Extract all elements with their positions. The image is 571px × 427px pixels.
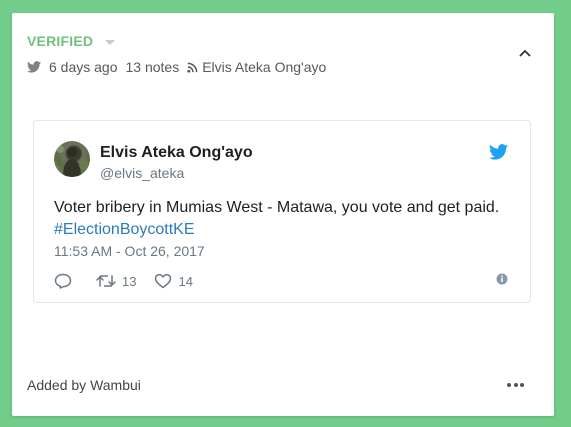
author-name[interactable]: Elvis Ateka Ong'ayo	[100, 144, 253, 162]
notes-count[interactable]: 13 notes	[126, 59, 180, 75]
status-dropdown[interactable]: VERIFIED	[27, 33, 116, 49]
embedded-tweet[interactable]: Elvis Ateka Ong'ayo @elvis_ateka Voter b…	[33, 120, 531, 303]
tweet-text: Voter bribery in Mumias West - Matawa, y…	[54, 197, 514, 241]
time-ago: 6 days ago	[49, 59, 118, 75]
avatar[interactable]	[54, 141, 90, 177]
like-count: 14	[178, 273, 193, 289]
heart-icon	[155, 273, 172, 289]
more-options-icon[interactable]	[505, 378, 524, 392]
reply-button[interactable]	[54, 273, 78, 289]
retweet-count: 13	[122, 273, 137, 289]
story-card: VERIFIED 6 days ago 13 notes Elvis Ateka…	[12, 13, 554, 416]
retweet-icon	[96, 275, 116, 287]
like-button[interactable]: 14	[154, 273, 193, 289]
chevron-up-icon[interactable]	[518, 48, 532, 58]
avatar-figure	[56, 145, 89, 177]
tweet-actions: 13 14	[54, 271, 510, 291]
tweet-body: Voter bribery in Mumias West - Matawa, y…	[54, 199, 500, 216]
twitter-icon	[27, 61, 41, 73]
retweet-button[interactable]: 13	[96, 273, 136, 289]
source-name[interactable]: Elvis Ateka Ong'ayo	[202, 59, 326, 75]
info-icon[interactable]	[496, 273, 508, 285]
rss-icon	[187, 62, 198, 73]
status-label: VERIFIED	[27, 33, 94, 49]
hashtag-link[interactable]: #ElectionBoycottKE	[54, 219, 514, 241]
added-by: Added by Wambui	[27, 377, 141, 393]
reply-icon	[54, 273, 72, 289]
added-by-prefix: Added by	[27, 377, 87, 393]
twitter-bird-icon[interactable]	[489, 144, 508, 160]
author-handle[interactable]: @elvis_ateka	[100, 165, 184, 181]
tweet-timestamp[interactable]: 11:53 AM - Oct 26, 2017	[54, 243, 205, 259]
caret-down-icon	[105, 39, 116, 45]
story-meta: 6 days ago 13 notes Elvis Ateka Ong'ayo	[27, 59, 326, 75]
added-by-name[interactable]: Wambui	[90, 377, 141, 393]
